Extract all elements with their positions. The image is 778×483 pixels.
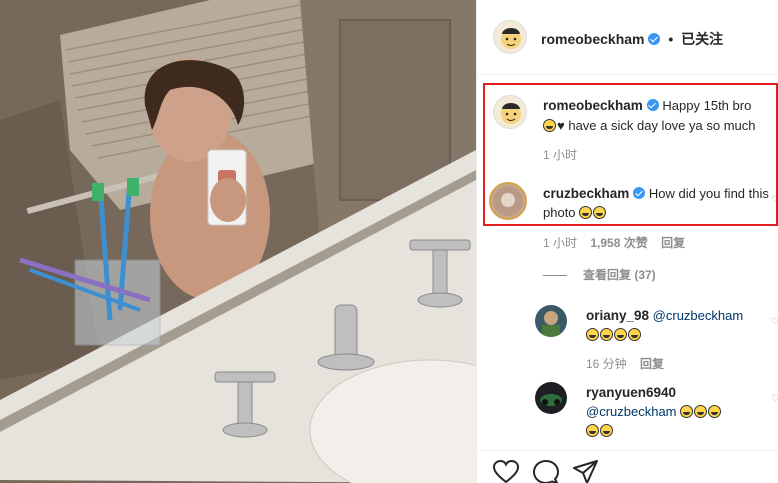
post-header: romeobeckham • 已关注 — [477, 0, 778, 75]
caption-username[interactable]: romeobeckham — [543, 98, 643, 113]
reply-username[interactable]: oriany_98 — [586, 308, 649, 323]
author-username[interactable]: romeobeckham — [541, 31, 644, 47]
laughing-emoji-icon — [600, 424, 613, 437]
view-replies-button[interactable]: 查看回复 (37) — [543, 266, 656, 283]
comment-meta: 1 小时 1,958 次赞 回复 — [543, 234, 685, 251]
reply-body: ryanyuen6940 @cruzbeckham — [586, 383, 772, 440]
comment-like-heart-icon[interactable]: ♡ — [771, 194, 778, 204]
reply-mention[interactable]: @cruzbeckham — [653, 308, 744, 323]
comment-icon[interactable] — [533, 460, 561, 483]
reply-username[interactable]: ryanyuen6940 — [586, 385, 676, 400]
laughing-emoji-icon — [680, 405, 694, 418]
laughing-emoji-icon — [708, 405, 722, 418]
comment-reply-button[interactable]: 回复 — [661, 236, 685, 250]
post-caption: romeobeckham Happy 15th bro ♥ have a sic… — [543, 96, 778, 136]
share-icon[interactable] — [573, 460, 601, 483]
view-replies-label: 查看回复 (37) — [583, 268, 656, 282]
commenter-avatar[interactable] — [489, 182, 527, 220]
post-photo[interactable] — [0, 0, 476, 483]
author-avatar[interactable] — [493, 20, 527, 54]
caption-avatar[interactable] — [493, 95, 527, 129]
following-button[interactable]: 已关注 — [681, 31, 723, 47]
reply-avatar[interactable] — [535, 305, 567, 337]
laughing-emoji-icon — [579, 206, 593, 219]
laughing-emoji-icon — [586, 328, 599, 341]
reply-mention[interactable]: @cruzbeckham — [586, 404, 677, 419]
comment-likes[interactable]: 1,958 次赞 — [590, 236, 647, 250]
header-row: romeobeckham • 已关注 — [541, 29, 723, 49]
separator-dot: • — [668, 31, 674, 47]
reply-body: oriany_98 @cruzbeckham — [586, 306, 772, 344]
laughing-emoji-icon — [586, 424, 599, 437]
reply-like-heart-icon[interactable]: ♡ — [771, 316, 778, 326]
verified-badge-icon — [648, 33, 661, 45]
reply-reply-button[interactable]: 回复 — [640, 357, 664, 371]
comment-time[interactable]: 1 小时 — [543, 236, 577, 250]
reply-like-heart-icon[interactable]: ♡ — [771, 393, 778, 403]
caption-text: Happy 15th bro — [662, 98, 752, 113]
laughing-emoji-icon — [694, 405, 708, 418]
divider-line — [543, 275, 567, 277]
action-bar — [477, 450, 778, 483]
comment-body: cruzbeckham How did you find this photo — [543, 184, 773, 222]
laughing-emoji-icon — [614, 328, 627, 341]
laughing-emoji-icon — [628, 328, 641, 341]
verified-badge-icon — [633, 187, 646, 199]
laughing-emoji-icon — [543, 119, 556, 132]
post-side-panel: romeobeckham • 已关注 romeobeckham Happy 15… — [476, 0, 778, 483]
caption-text-2: have a sick day love ya so much — [568, 118, 756, 133]
heart-icon[interactable] — [492, 459, 521, 483]
laughing-emoji-icon — [593, 206, 607, 219]
reply-time[interactable]: 16 分钟 — [586, 357, 627, 371]
verified-badge-icon — [646, 99, 659, 111]
reply-avatar[interactable] — [535, 382, 567, 414]
heart-emoji-icon: ♥ — [557, 118, 565, 133]
reply-meta: 16 分钟 回复 — [586, 355, 664, 372]
commenter-username[interactable]: cruzbeckham — [543, 186, 629, 201]
mirror-selfie-image — [0, 0, 476, 483]
caption-time[interactable]: 1 小时 — [543, 146, 577, 163]
laughing-emoji-icon — [600, 328, 613, 341]
